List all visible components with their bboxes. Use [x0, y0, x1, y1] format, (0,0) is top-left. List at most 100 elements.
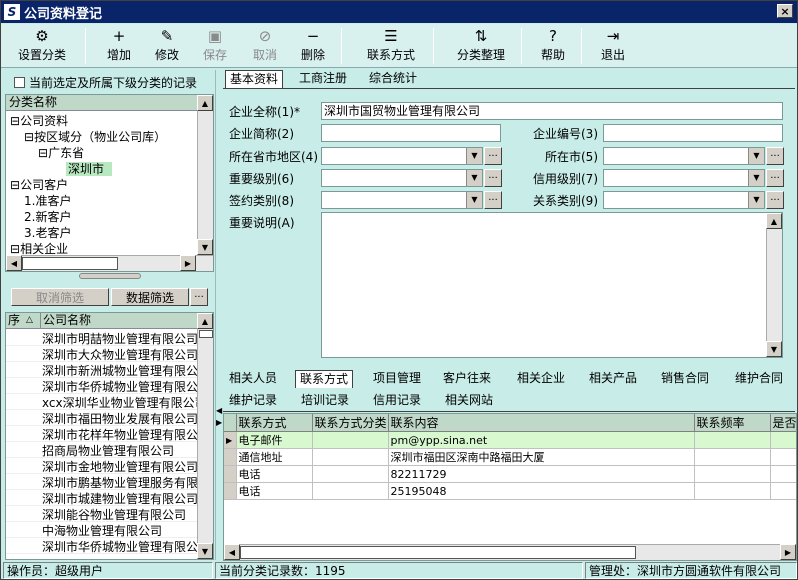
subtab-row2-1[interactable]: 培训记录: [297, 392, 353, 410]
tree-node[interactable]: ⊟公司客户: [10, 176, 68, 193]
table-cell[interactable]: [312, 448, 389, 466]
subtab-0[interactable]: 相关人员: [225, 370, 281, 388]
vertical-splitter[interactable]: ◀ ▶: [215, 70, 223, 560]
tree-node[interactable]: 2.新客户: [24, 208, 71, 225]
data-filter-button[interactable]: 数据筛选: [111, 288, 189, 306]
table-cell[interactable]: [312, 482, 389, 500]
list-item[interactable]: 深圳能谷物业管理有限公司: [6, 506, 199, 522]
splitter-arrow-icon[interactable]: ◀: [216, 406, 222, 415]
scroll-up-icon[interactable]: ▲: [197, 95, 213, 111]
tree-vscroll[interactable]: ▲ ▼: [197, 95, 213, 255]
table-cell[interactable]: [770, 465, 796, 483]
list-header-seq[interactable]: 序: [6, 313, 26, 328]
toolbar-button-7[interactable]: ⇅ 分类整理: [443, 26, 519, 66]
region-select[interactable]: ▼: [321, 147, 483, 165]
table-cell[interactable]: [770, 482, 796, 500]
list-item[interactable]: 深圳市金地物业管理有限公司: [6, 458, 199, 474]
toolbar-button-0[interactable]: ⚙ 设置分类: [9, 26, 75, 66]
grid-header-4[interactable]: 是否: [770, 414, 796, 432]
tab-0[interactable]: 基本资料: [225, 70, 284, 88]
credit-more-button[interactable]: ···: [766, 169, 784, 187]
subtab-5[interactable]: 相关产品: [585, 370, 641, 388]
tree-collapse-icon[interactable]: ⊟: [10, 242, 20, 256]
list-item[interactable]: 招商局物业管理有限公司: [6, 442, 199, 458]
scroll-right-icon[interactable]: ▶: [780, 544, 796, 560]
scroll-up-icon[interactable]: ▲: [766, 213, 782, 229]
subtab-6[interactable]: 销售合同: [657, 370, 713, 388]
scroll-down-icon[interactable]: ▼: [197, 239, 213, 255]
tree-node[interactable]: 3.老客户: [24, 224, 71, 241]
tree-node[interactable]: ⊟按区域分（物业公司库）: [24, 128, 166, 145]
list-header-name[interactable]: 公司名称: [40, 313, 91, 328]
list-item[interactable]: 深圳市明喆物业管理有限公司: [6, 330, 199, 346]
toolbar-button-5[interactable]: − 删除: [293, 26, 333, 66]
tree-collapse-icon[interactable]: ⊟: [10, 114, 20, 128]
scroll-left-icon[interactable]: ◀: [224, 544, 240, 560]
tree-hscroll[interactable]: ◀ ▶: [6, 255, 213, 271]
table-cell[interactable]: 电话: [236, 482, 313, 500]
subcategory-checkbox[interactable]: [14, 77, 25, 88]
splitter-arrow-icon[interactable]: ▶: [216, 418, 222, 427]
list-item[interactable]: 深圳市鹏基物业管理服务有限公司: [6, 474, 199, 490]
importance-more-button[interactable]: ···: [484, 169, 502, 187]
list-item[interactable]: 深圳市大众物业管理有限公司: [6, 346, 199, 362]
table-cell[interactable]: [694, 482, 771, 500]
list-item[interactable]: 深圳市华侨城物业管理有限公司: [6, 538, 199, 554]
toolbar-button-1[interactable]: + 增加: [97, 26, 141, 66]
tab-1[interactable]: 工商注册: [295, 70, 351, 88]
toolbar-button-4[interactable]: ⊘ 取消: [245, 26, 285, 66]
grid-header-2[interactable]: 联系内容: [388, 414, 695, 432]
tree-node[interactable]: ⊟公司资料: [10, 112, 68, 129]
tree-collapse-icon[interactable]: ⊟: [24, 130, 34, 144]
city-select[interactable]: ▼: [603, 147, 765, 165]
table-row[interactable]: 通信地址 深圳市福田区深南中路福田大厦: [224, 448, 796, 466]
toolbar-button-2[interactable]: ✎ 修改: [147, 26, 187, 66]
toolbar-button-6[interactable]: ☰ 联系方式: [353, 26, 429, 66]
table-cell[interactable]: 82211729: [388, 465, 695, 483]
grid-header-3[interactable]: 联系频率: [694, 414, 771, 432]
table-row[interactable]: 电话 25195048: [224, 482, 796, 500]
table-cell[interactable]: [770, 448, 796, 466]
notes-textarea[interactable]: [321, 212, 783, 358]
subtab-1[interactable]: 联系方式: [295, 370, 354, 388]
table-cell[interactable]: [770, 431, 796, 449]
list-item[interactable]: 深圳市华侨城物业管理有限公司: [6, 378, 199, 394]
list-vscroll-thumb[interactable]: [199, 330, 213, 338]
credit-select[interactable]: ▼: [603, 169, 765, 187]
grid-header-1[interactable]: 联系方式分类: [312, 414, 389, 432]
table-cell[interactable]: 电子邮件: [236, 431, 313, 449]
tab-2[interactable]: 综合统计: [365, 70, 421, 88]
chevron-down-icon[interactable]: ▼: [748, 192, 764, 208]
list-item[interactable]: 深圳市福田物业发展有限公司: [6, 410, 199, 426]
chevron-down-icon[interactable]: ▼: [748, 148, 764, 164]
table-cell[interactable]: [694, 465, 771, 483]
relation-more-button[interactable]: ···: [766, 191, 784, 209]
filter-more-button[interactable]: ···: [190, 288, 208, 306]
list-item[interactable]: 深圳市城建物业管理有限公司: [6, 490, 199, 506]
region-more-button[interactable]: ···: [484, 147, 502, 165]
list-item[interactable]: 深圳市新洲城物业管理有限公司: [6, 362, 199, 378]
table-cell[interactable]: 25195048: [388, 482, 695, 500]
chevron-down-icon[interactable]: ▼: [748, 170, 764, 186]
list-vscroll[interactable]: ▲ ▼: [197, 313, 213, 559]
scroll-down-icon[interactable]: ▼: [197, 543, 213, 559]
subtab-row2-2[interactable]: 信用记录: [369, 392, 425, 410]
subtab-7[interactable]: 维护合同: [731, 370, 787, 388]
grid-hscroll-thumb[interactable]: [240, 546, 636, 559]
importance-select[interactable]: ▼: [321, 169, 483, 187]
contract-more-button[interactable]: ···: [484, 191, 502, 209]
grid-hscroll[interactable]: ◀ ▶: [224, 544, 796, 560]
grid-header-0[interactable]: 联系方式: [236, 414, 313, 432]
notes-vscroll[interactable]: ▲ ▼: [766, 213, 782, 357]
table-cell[interactable]: 深圳市福田区深南中路福田大厦: [388, 448, 695, 466]
table-row[interactable]: ▶ 电子邮件 pm@ypp.sina.net: [224, 431, 796, 449]
chevron-down-icon[interactable]: ▼: [466, 148, 482, 164]
subtab-4[interactable]: 相关企业: [513, 370, 569, 388]
chevron-down-icon[interactable]: ▼: [466, 192, 482, 208]
list-item[interactable]: xcx深圳华业物业管理有限公司: [6, 394, 199, 410]
scroll-down-icon[interactable]: ▼: [766, 341, 782, 357]
contract-select[interactable]: ▼: [321, 191, 483, 209]
code-field[interactable]: [603, 124, 783, 142]
tree-collapse-icon[interactable]: ⊟: [38, 146, 48, 160]
subtab-3[interactable]: 客户往来: [439, 370, 495, 388]
